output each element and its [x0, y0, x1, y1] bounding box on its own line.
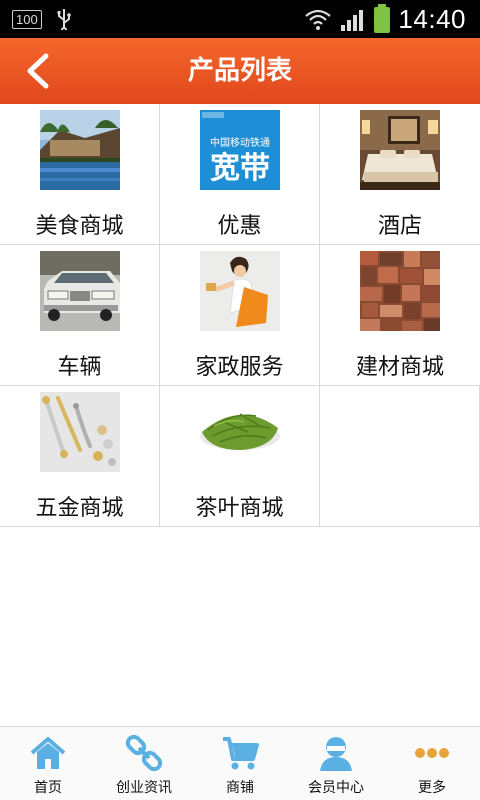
car-photo: [40, 251, 120, 331]
hardware-handles-photo: [40, 392, 120, 472]
tab-label: 商铺: [226, 780, 254, 796]
tab-business-news[interactable]: 创业资讯: [96, 727, 192, 800]
battery-icon: [374, 3, 391, 33]
grid-item-housekeeping[interactable]: 家政服务: [160, 245, 320, 385]
title-bar: 产品列表: [0, 38, 480, 104]
grid-item-vehicles[interactable]: 车辆: [0, 245, 160, 385]
grid-item-label: 建材商城: [355, 355, 444, 380]
grid-item-hardware-mall[interactable]: 五金商城: [0, 386, 160, 526]
resort-pool-photo: [40, 110, 120, 190]
tab-shops[interactable]: 商铺: [192, 727, 288, 800]
building-materials-photo: [360, 251, 440, 331]
tab-member-center[interactable]: 会员中心: [288, 727, 384, 800]
status-bar: 100 14:40: [0, 0, 480, 38]
bottom-tab-bar: 首页 创业资讯 商铺 会员中心 更多: [0, 726, 480, 800]
battery-percent-indicator: 100: [12, 9, 42, 29]
grid-item-label: 车辆: [57, 355, 102, 380]
tab-home[interactable]: 首页: [0, 727, 96, 800]
hotel-room-photo: [360, 110, 440, 190]
usb-icon: [57, 9, 71, 30]
tea-leaves-photo: [200, 392, 280, 472]
page-title: 产品列表: [187, 56, 292, 86]
wifi-icon: [305, 9, 332, 30]
grid-item-empty: [320, 386, 480, 526]
tab-label: 更多: [418, 780, 446, 796]
cart-icon: [223, 737, 259, 770]
grid-item-label: 家政服务: [195, 355, 284, 380]
grid-item-discount[interactable]: 中国移动铁通 宽带 优惠: [160, 104, 320, 244]
tab-label: 会员中心: [308, 780, 364, 796]
promo-subtitle: 中国移动铁通: [210, 136, 270, 149]
broadband-promo-image: 中国移动铁通 宽带: [200, 110, 280, 190]
tab-label: 首页: [34, 780, 62, 796]
grid-item-label: 酒店: [377, 214, 422, 239]
grid-item-tea-mall[interactable]: 茶叶商城: [160, 386, 320, 526]
user-icon: [320, 737, 352, 771]
more-icon: [415, 748, 449, 758]
grid-item-label: 茶叶商城: [195, 496, 284, 521]
tab-more[interactable]: 更多: [384, 727, 480, 800]
grid-item-hotel[interactable]: 酒店: [320, 104, 480, 244]
grid-item-label: 五金商城: [35, 496, 124, 521]
tab-label: 创业资讯: [116, 780, 172, 796]
promo-headline: 宽带: [210, 151, 270, 186]
grid-item-label: 美食商城: [35, 214, 124, 239]
grid-item-label: 优惠: [217, 214, 262, 239]
signal-icon: [341, 9, 364, 31]
grid-item-building-materials[interactable]: 建材商城: [320, 245, 480, 385]
home-icon: [30, 737, 66, 769]
cleaning-service-photo: [200, 251, 280, 331]
clock: 14:40: [398, 4, 466, 34]
link-icon: [125, 734, 163, 772]
product-grid: 美食商城 中国移动铁通 宽带 优惠 酒店 车辆 家政服务 建材商城 五金商城 茶…: [0, 104, 480, 527]
grid-item-food-mall[interactable]: 美食商城: [0, 104, 160, 244]
